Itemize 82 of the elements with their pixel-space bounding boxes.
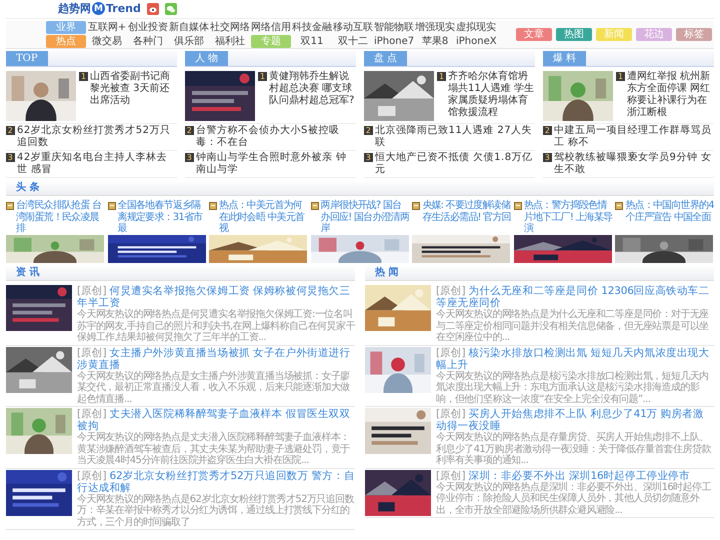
headline-link[interactable]: 央媒: 不要过度解读储存生活必需品! 官方回 xyxy=(422,200,511,235)
news-link[interactable]: 北京强降雨已致11人遇难 27人失联 xyxy=(375,125,535,149)
document-icon xyxy=(108,202,116,210)
article-title[interactable]: [原创] 何炅遭实名举报拖欠保姆工资 保姆称被何炅拖欠三年半工资 xyxy=(77,285,355,309)
document-icon xyxy=(6,202,14,210)
headline-link[interactable]: 全国各地春节返乡隔离规定要求：31省市最 xyxy=(118,200,206,235)
headline-link[interactable]: 热点：警方捣毁色情片地下工厂! 上海某导演 xyxy=(524,200,612,235)
headline-link[interactable]: 热点：中国向世界的4个庄严宣告 中国全面 xyxy=(625,200,714,235)
nav-link[interactable]: 俱乐部 xyxy=(169,35,209,48)
headline-link[interactable]: 两岸很快开战? 国台办回应! 国台办澄清两岸 xyxy=(320,200,410,235)
nav-link[interactable]: 虚拟现实 xyxy=(456,21,496,34)
article-summary: 今天网友热议的网络热点是深圳：非必要不外出、深圳16时起停工停业停市：除抢险人员和民生保障人员外，其他人员切勿随意外出，全市开放全部避险场所供群众避风避险... xyxy=(436,482,712,516)
news-link[interactable]: 62岁北京女粉丝打赏秀才52万只追回数 xyxy=(17,125,177,149)
article-title[interactable]: [原创] 62岁北京女粉丝打赏秀才52万只追回数万 警方：自行达成和解 xyxy=(77,470,355,494)
headline-link[interactable]: 山西省委副书记商黎光被查 3天前还出席活动 xyxy=(90,71,177,107)
section-title: 爆 料 xyxy=(543,51,586,66)
rank-badge: 1 xyxy=(258,72,267,81)
rank-badge: 1 xyxy=(616,72,625,81)
nav-link[interactable]: 智能物联 xyxy=(374,21,414,34)
document-icon xyxy=(412,202,420,210)
rank-badge: 1 xyxy=(437,72,446,81)
nav-link[interactable]: 社交网络 xyxy=(210,21,250,34)
section-title: 热 闻 xyxy=(374,266,400,280)
document-icon xyxy=(514,202,522,210)
rank-badge: 3 xyxy=(185,153,194,162)
news-link[interactable]: 42岁重庆知名电台主持人李林去世 感冒 xyxy=(17,152,177,176)
nav-link[interactable]: 双十二 xyxy=(333,35,373,48)
article-title[interactable]: [原创] 为什么无座和二等座是同价 12306回应高铁动车二等座无座同价 xyxy=(436,285,714,309)
news-link[interactable]: 恒大地产已资不抵债 欠债1.8万亿元 xyxy=(375,152,535,176)
rank-badge: 3 xyxy=(543,153,552,162)
section-title: 人 物 xyxy=(185,51,228,66)
article-title[interactable]: [原创] 买房人开始焦虑排不上队 利息少了41万 购房者激动得一夜没睡 xyxy=(436,408,714,432)
article-title[interactable]: [原创] 女主播户外涉黄直播当场被抓 女子在户外街道进行涉黄直播 xyxy=(77,346,355,370)
article-summary: 今天网友热议的网络热点是62岁北京女粉丝打赏秀才52万只追回数万：辛某在举报中称秀才以分红为诱饵，通过线上打赏线下分红的方式，三个月的时间骗取了 xyxy=(77,494,355,528)
headline-link[interactable]: 遭网红举报 杭州新东方全面停课 网红称要让补课行为在浙江断根 xyxy=(627,71,714,119)
article-summary: 今天网友热议的网络热点是核污染水排放口检测出氚，短短几天内氚浓度出现大幅上升：东电方面承认这是核污染水排海造成的影响，但他们坚称这一浓度“在安全上完全没有问题”... xyxy=(436,370,710,405)
nav-link[interactable]: iPhoneX xyxy=(456,35,496,48)
section-title: 资 讯 xyxy=(15,266,40,280)
nav-link[interactable]: iPhone7 xyxy=(374,35,414,48)
document-icon xyxy=(310,202,319,210)
rank-badge: 1 xyxy=(79,72,88,81)
chat-icon[interactable] xyxy=(164,2,177,14)
document-icon xyxy=(615,202,624,210)
article-summary: 今天网友热议的网络热点是何炅遭实名举报拖欠保姆工资:一位名叫苏宇的网友,手持自己的照片和判决书,在网上爆料称自己在何炅家干保姆工作,结果却被何炅拖欠了三年半的工资... xyxy=(77,309,355,344)
rank-badge: 3 xyxy=(6,153,15,162)
nav-link[interactable]: 增强现实 xyxy=(415,21,455,34)
rank-badge: 2 xyxy=(185,126,194,135)
article-title[interactable]: [原创] 核污染水排放口检测出氚 短短几天内氚浓度出现大幅上升 xyxy=(436,346,714,370)
nav-link[interactable]: 互联网+ xyxy=(87,21,127,34)
section-title: TOP xyxy=(6,51,48,66)
document-icon xyxy=(209,202,218,210)
section-title: 头 条 xyxy=(15,180,40,195)
news-link[interactable]: 驾校教练被曝猥亵女学员9分钟 女生不敢 xyxy=(554,152,714,176)
nav-link[interactable]: 福利社 xyxy=(210,35,250,48)
nav-link[interactable]: 科技金融 xyxy=(292,21,332,34)
news-link[interactable]: 钟南山与学生合照时意外被亲 钟南山与学 xyxy=(196,152,356,176)
headline-link[interactable]: 热点：中美元首为何在此时会晤 中美元首视 xyxy=(219,200,308,235)
rank-badge: 2 xyxy=(543,126,552,135)
headline-link[interactable]: 台湾民众排队抢蛋 台湾闹蛋荒！民众凌晨排 xyxy=(16,200,105,235)
nav-link[interactable]: 创业投资 xyxy=(128,21,168,34)
nav-link[interactable]: 新自媒体 xyxy=(169,21,209,34)
nav-link[interactable]: 微交易 xyxy=(87,35,127,48)
rank-badge: 2 xyxy=(6,126,15,135)
article-title[interactable]: [原创] 深圳：非必要不外出 深圳16时起停工停业停市 xyxy=(436,470,714,482)
rank-badge: 2 xyxy=(364,126,373,135)
nav-link[interactable]: 苹果8 xyxy=(415,35,455,48)
headline-link[interactable]: 黄健翔韩乔生解说村超总决赛 哪支球队问鼎村超总冠军? xyxy=(269,71,356,107)
nav-link[interactable]: 各种门 xyxy=(128,35,168,48)
news-link[interactable]: 台警方称不会侦办大小S被控吸毒：不在台 xyxy=(196,125,356,149)
nav-link[interactable]: 双11 xyxy=(292,35,332,48)
nav-link[interactable]: 网络信用 xyxy=(251,21,291,34)
nav-link[interactable]: 移动互联 xyxy=(333,21,373,34)
article-summary: 今天网友热议的网络热点是女主播户外涉黄直播当场被抓：女子廖某交代，最初正常直播没人看，收入不乐观，后来只能逐渐加大做起色情直播... xyxy=(77,370,351,405)
article-title[interactable]: [原创] 丈夫潜入医院稀释醉驾妻子血液样本 假冒医生双双被拘 xyxy=(77,408,355,432)
headline-link[interactable]: 齐齐哈尔体育馆坍塌共11人遇难 学生家属质疑坍塌体育馆救援流程 xyxy=(448,71,535,119)
article-summary: 今天网友热议的网络热点是丈夫潜入医院稀释醉驾妻子血液样本：黄某涉嫌醉酒驾车被查后，其丈夫朱某为帮助妻子逃避处罚，竟于当天凌晨4时45分许前往医院并盗穿医生白大褂在医院... xyxy=(77,432,351,466)
news-link[interactable]: 中建五局一项目经理工作群辱骂员工 称不 xyxy=(554,125,714,149)
section-title: 盘 点 xyxy=(364,51,408,66)
article-summary: 今天网友热议的网络热点是存量房贷、买房人开始焦虑排不上队、利息少了41万购房者激动得一夜没睡：关于降低存量首套住房贷款利率有关事项的通知... xyxy=(436,432,712,466)
article-summary: 今天网友热议的网络热点是为什么无座和二等座是同价：对于无座与二等座定价相同问题并没有相关信息储备，但无座站票是可以坐在空闲座位中的... xyxy=(436,309,710,344)
rank-badge: 3 xyxy=(364,153,373,162)
site-logo[interactable]: 趋势网 M Trend xyxy=(58,1,141,16)
